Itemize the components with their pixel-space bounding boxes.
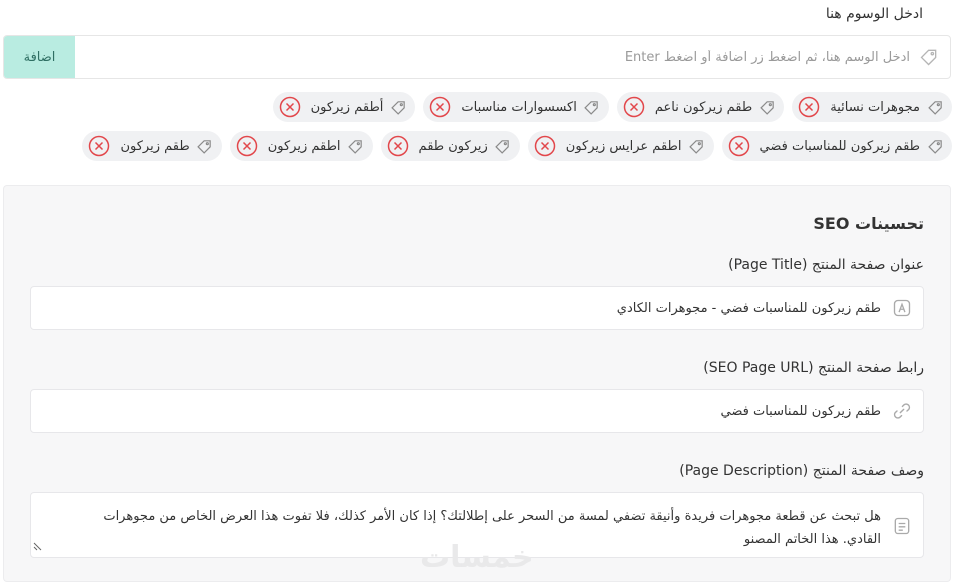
tag-chip: طقم زيركون [82,131,222,161]
tag-icon [347,137,365,155]
remove-tag-icon[interactable] [623,96,645,118]
tag-chip: اطقم زيركون [229,131,373,161]
tag-icon [758,98,776,116]
tag-input-wrapper[interactable] [75,36,950,78]
document-icon [891,515,913,537]
remove-tag-icon[interactable] [798,96,820,118]
tag-chip: أطقم زيركون [272,92,416,122]
tag-chip-label: مجوهرات نسائية [830,99,920,115]
tag-icon [583,98,601,116]
tag-icon [494,137,512,155]
page-title-label: عنوان صفحة المنتج (Page Title) [728,257,924,273]
tag-chip-label: طقم زيركون [120,138,190,154]
tag-chip: اطقم عرايس زيركون [527,131,714,161]
link-icon [891,400,913,422]
remove-tag-icon[interactable] [429,96,451,118]
tag-chip-label: اطقم عرايس زيركون [565,138,682,154]
seo-url-field[interactable]: طقم زيركون للمناسبات فضي [30,389,924,433]
tag-icon [926,137,944,155]
tag-icon [918,46,940,68]
add-tag-button[interactable]: اضافة [4,36,75,78]
tag-chip-label: اطقم زيركون [267,138,341,154]
tag-chip: مجوهرات نسائية [792,92,952,122]
text-format-icon [891,297,913,319]
tag-chip: اكسسوارات مناسبات [423,92,609,122]
tag-chip: زيركون طقم [380,131,520,161]
tag-chip-label: طقم زيركون ناعم [654,99,753,115]
remove-tag-icon[interactable] [88,135,110,157]
tag-chip: طقم زيركون ناعم [616,92,785,122]
tag-chip: طقم زيركون للمناسبات فضي [721,131,952,161]
remove-tag-icon[interactable] [728,135,750,157]
tag-chips-row-1: مجوهرات نسائية طقم زيركون ناعم اكسسوارات م… [3,92,952,122]
tag-icon [926,98,944,116]
tag-chip-label: اكسسوارات مناسبات [461,99,577,115]
tag-icon [389,98,407,116]
tags-label: ادخل الوسوم هنا [825,6,923,22]
seo-url-value: طقم زيركون للمناسبات فضي [720,403,882,419]
tag-icon [688,137,706,155]
page-title-value: طقم زيركون للمناسبات فضي - مجوهرات الكاد… [616,300,881,316]
tag-icon [196,137,214,155]
seo-card: تحسينات SEO عنوان صفحة المنتج (Page Titl… [3,185,951,582]
watermark: خمسات [420,540,534,575]
remove-tag-icon[interactable] [279,96,301,118]
seo-url-label: رابط صفحة المنتج (SEO Page URL) [703,360,924,376]
remove-tag-icon[interactable] [387,135,409,157]
tag-input[interactable] [75,49,910,65]
seo-section-title: تحسينات SEO [813,214,924,233]
tag-chip-label: طقم زيركون للمناسبات فضي [759,138,921,154]
tag-chip-label: زيركون طقم [418,138,488,154]
tag-chips-row-2: طقم زيركون للمناسبات فضي اطقم عرايس زيركو… [3,131,952,161]
page-description-label: وصف صفحة المنتج (Page Description) [679,463,924,479]
remove-tag-icon[interactable] [236,135,258,157]
tag-input-row: اضافة [3,35,951,79]
page-title-field[interactable]: طقم زيركون للمناسبات فضي - مجوهرات الكاد… [30,286,924,330]
tag-chip-label: أطقم زيركون [310,99,384,115]
remove-tag-icon[interactable] [534,135,556,157]
resize-handle-icon[interactable] [33,536,43,555]
